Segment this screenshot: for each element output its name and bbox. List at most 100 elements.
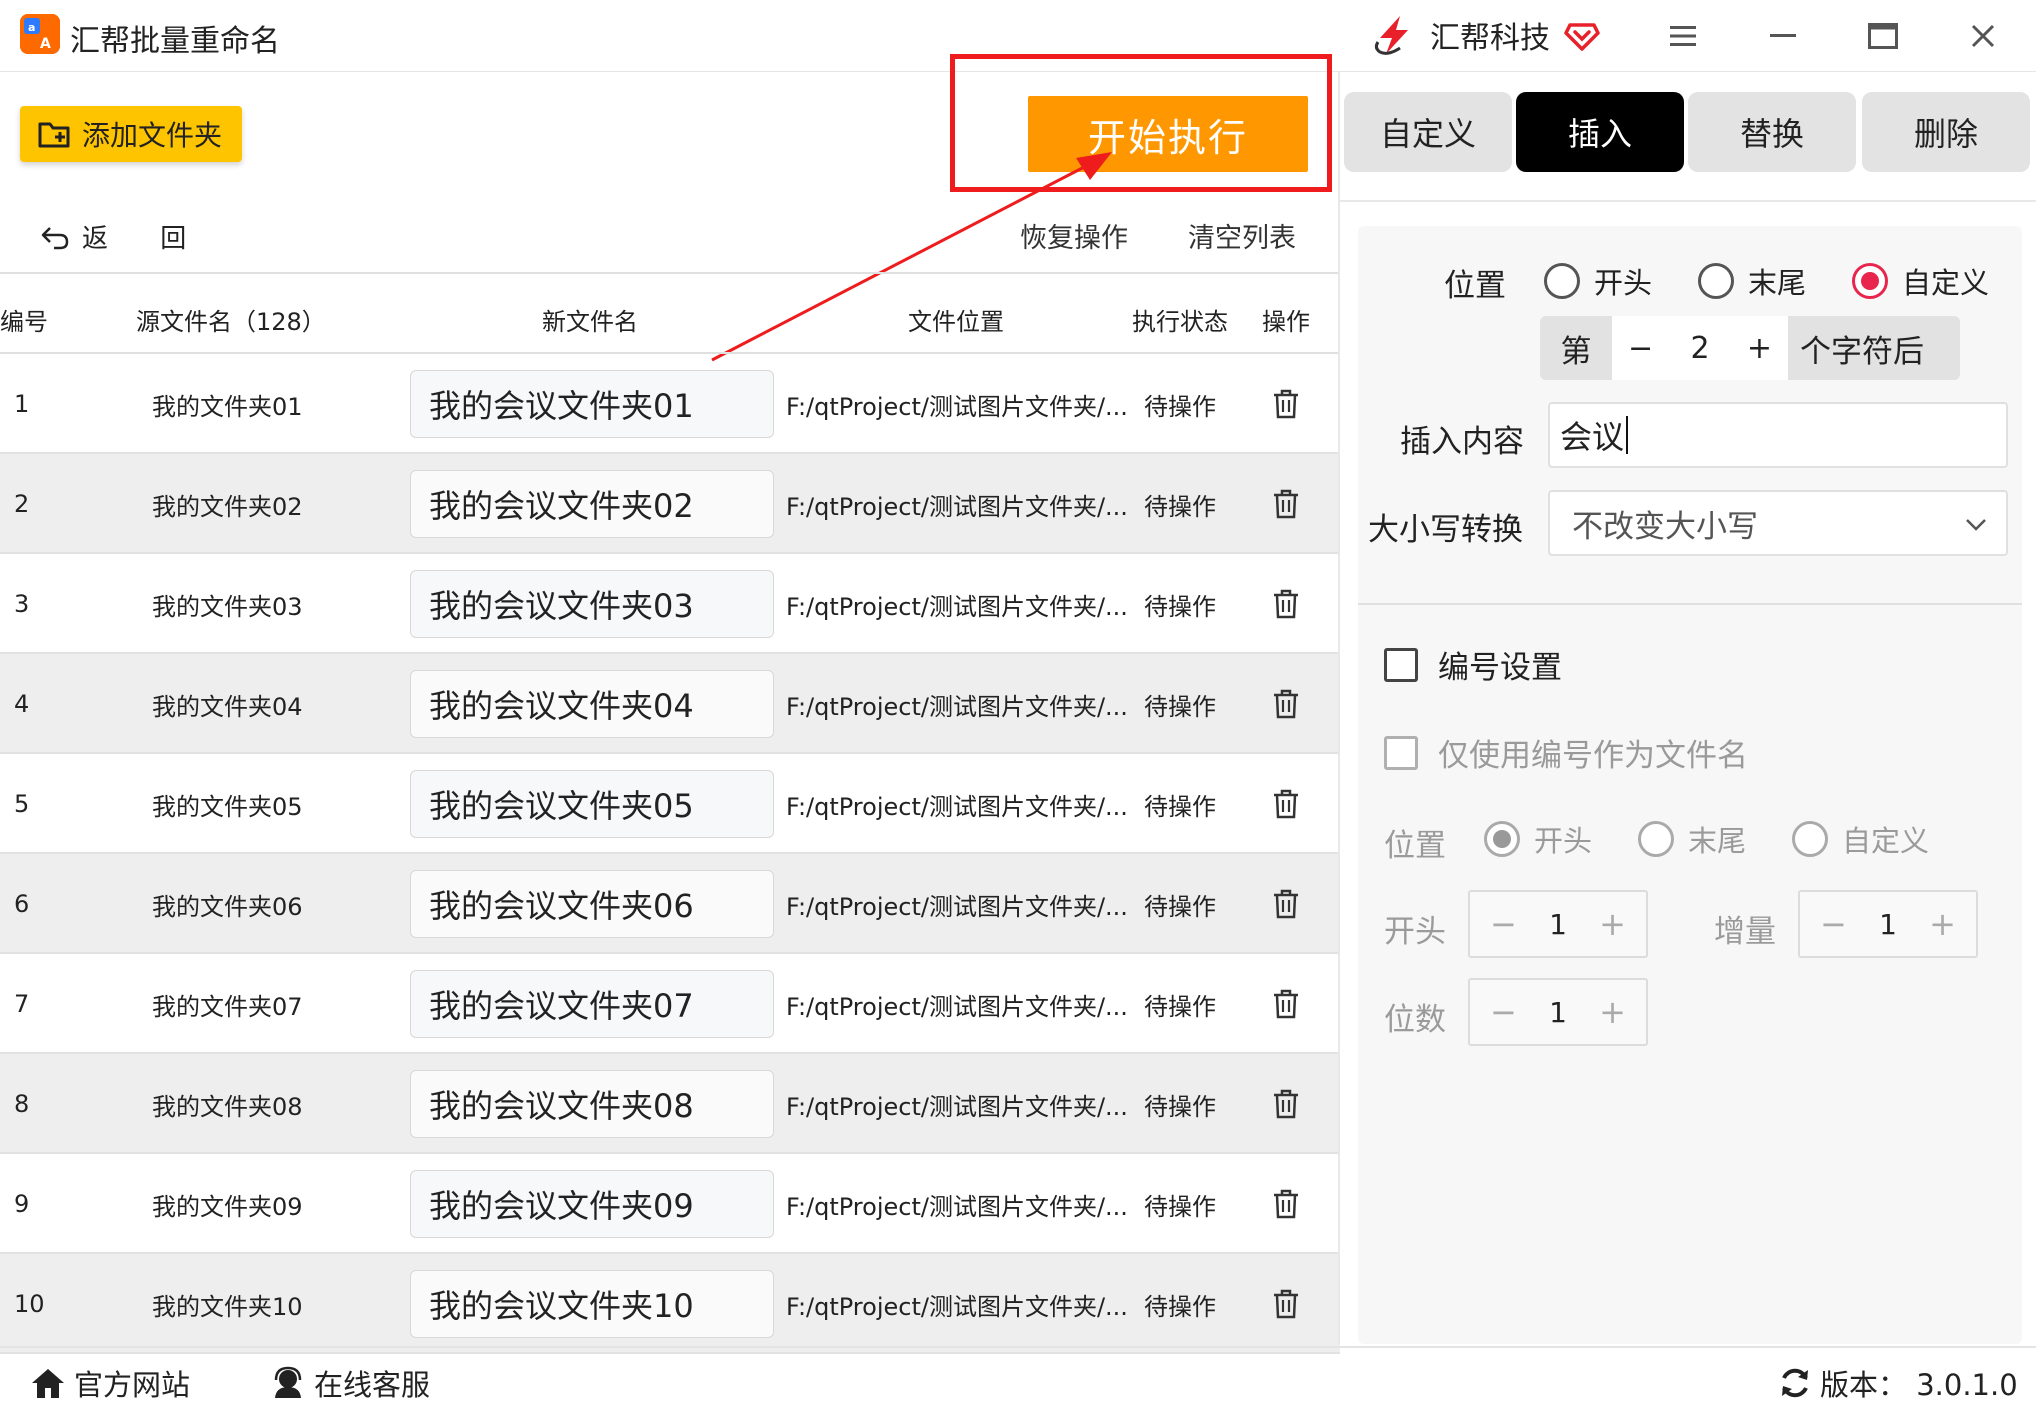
only-number-checkbox[interactable]: 仅使用编号作为文件名 xyxy=(1384,730,1748,775)
table-row[interactable]: 9 我的文件夹09 我的会议文件夹09 F:/qtProject/测试图片文件夹… xyxy=(0,1154,1340,1254)
minus-icon[interactable]: − xyxy=(1490,993,1517,1031)
row-path: F:/qtProject/测试图片文件夹/... xyxy=(786,1192,1126,1221)
table-row[interactable]: 5 我的文件夹05 我的会议文件夹05 F:/qtProject/测试图片文件夹… xyxy=(0,754,1340,854)
stepper-value[interactable]: 2 xyxy=(1690,331,1709,366)
delete-icon[interactable] xyxy=(1272,954,1300,1054)
plus-icon[interactable]: + xyxy=(1929,905,1956,943)
row-num: 5 xyxy=(14,790,30,818)
row-num: 2 xyxy=(14,490,30,518)
radio-position-end[interactable]: 末尾 xyxy=(1698,260,1806,302)
row-path: F:/qtProject/测试图片文件夹/... xyxy=(786,892,1126,921)
delete-icon[interactable] xyxy=(1272,1154,1300,1254)
row-src-name: 我的文件夹08 xyxy=(152,1092,303,1121)
table-row[interactable]: 3 我的文件夹03 我的会议文件夹03 F:/qtProject/测试图片文件夹… xyxy=(0,554,1340,654)
row-path: F:/qtProject/测试图片文件夹/... xyxy=(786,592,1126,621)
minus-icon[interactable]: − xyxy=(1490,905,1517,943)
radio-position-custom[interactable]: 自定义 xyxy=(1852,260,1989,302)
table-row[interactable]: 10 我的文件夹10 我的会议文件夹10 F:/qtProject/测试图片文件… xyxy=(0,1254,1340,1354)
num-start-label: 开头 xyxy=(1384,914,1446,950)
delete-icon[interactable] xyxy=(1272,1054,1300,1154)
row-status: 待操作 xyxy=(1144,792,1216,821)
delete-icon[interactable] xyxy=(1272,554,1300,654)
svg-text:A: A xyxy=(40,36,51,52)
row-status: 待操作 xyxy=(1144,492,1216,521)
app-logo-icon: aA xyxy=(20,14,60,54)
row-status: 待操作 xyxy=(1144,592,1216,621)
add-folder-label: 添加文件夹 xyxy=(82,119,223,152)
tab-delete[interactable]: 删除 xyxy=(1862,92,2030,172)
maximize-icon[interactable] xyxy=(1860,14,1906,58)
delete-icon[interactable] xyxy=(1272,1254,1300,1354)
delete-icon[interactable] xyxy=(1272,454,1300,554)
insert-content-input[interactable]: 会议 xyxy=(1548,402,2008,468)
delete-icon[interactable] xyxy=(1272,654,1300,754)
row-new-name-input[interactable]: 我的会议文件夹08 xyxy=(410,1070,774,1138)
row-new-name-input[interactable]: 我的会议文件夹02 xyxy=(410,470,774,538)
home-icon xyxy=(32,1369,64,1398)
delete-icon[interactable] xyxy=(1272,354,1300,454)
plus-icon[interactable]: + xyxy=(1747,331,1772,366)
row-new-name-input[interactable]: 我的会议文件夹04 xyxy=(410,670,774,738)
panel-divider xyxy=(1338,72,1340,1344)
radio-position-start[interactable]: 开头 xyxy=(1544,260,1652,302)
minus-icon[interactable]: − xyxy=(1820,905,1847,943)
case-select[interactable]: 不改变大小写 xyxy=(1548,490,2008,556)
delete-icon[interactable] xyxy=(1272,754,1300,854)
num-digits-stepper[interactable]: −1 + xyxy=(1468,978,1648,1046)
row-num: 7 xyxy=(14,990,30,1018)
position-label: 位置 xyxy=(1444,268,1506,304)
row-src-name: 我的文件夹01 xyxy=(152,392,303,421)
add-folder-button[interactable]: 添加文件夹 xyxy=(20,106,242,162)
close-icon[interactable] xyxy=(1960,14,2006,58)
tab-replace[interactable]: 替换 xyxy=(1688,92,1856,172)
back-button[interactable]: 返 回 xyxy=(40,218,208,255)
table-row[interactable]: 4 我的文件夹04 我的会议文件夹04 F:/qtProject/测试图片文件夹… xyxy=(0,654,1340,754)
table-row[interactable]: 8 我的文件夹08 我的会议文件夹08 F:/qtProject/测试图片文件夹… xyxy=(0,1054,1340,1154)
stepper-suffix: 个字符后 xyxy=(1800,333,1924,370)
clear-list-button[interactable]: 清空列表 xyxy=(1188,216,1296,255)
brand: 汇帮科技 xyxy=(1370,10,1600,60)
radio-num-custom[interactable]: 自定义 xyxy=(1792,818,1929,860)
refresh-icon[interactable] xyxy=(1778,1366,1812,1400)
row-src-name: 我的文件夹06 xyxy=(152,892,303,921)
vip-diamond-icon[interactable] xyxy=(1564,17,1600,53)
num-increment-stepper[interactable]: −1 + xyxy=(1798,890,1978,958)
mode-tabs: 自定义 插入 替换 删除 xyxy=(1344,92,2036,176)
tab-insert[interactable]: 插入 xyxy=(1516,92,1684,172)
row-new-name-input[interactable]: 我的会议文件夹05 xyxy=(410,770,774,838)
radio-num-start[interactable]: 开头 xyxy=(1484,818,1592,860)
row-src-name: 我的文件夹07 xyxy=(152,992,303,1021)
website-link[interactable]: 官方网站 xyxy=(30,1362,190,1404)
plus-icon[interactable]: + xyxy=(1599,993,1626,1031)
row-src-name: 我的文件夹03 xyxy=(152,592,303,621)
row-num: 3 xyxy=(14,590,30,618)
row-new-name-input[interactable]: 我的会议文件夹06 xyxy=(410,870,774,938)
header-src: 源文件名（128） xyxy=(136,308,326,336)
chevron-down-icon xyxy=(1966,519,1986,531)
restore-button[interactable]: 恢复操作 xyxy=(1020,216,1128,255)
tab-custom[interactable]: 自定义 xyxy=(1344,92,1512,172)
row-path: F:/qtProject/测试图片文件夹/... xyxy=(786,1092,1126,1121)
table-row[interactable]: 6 我的文件夹06 我的会议文件夹06 F:/qtProject/测试图片文件夹… xyxy=(0,854,1340,954)
start-button[interactable]: 开始执行 xyxy=(1028,96,1308,172)
table-row[interactable]: 2 我的文件夹02 我的会议文件夹02 F:/qtProject/测试图片文件夹… xyxy=(0,454,1340,554)
row-new-name-input[interactable]: 我的会议文件夹01 xyxy=(410,370,774,438)
menu-icon[interactable] xyxy=(1660,14,1706,58)
row-new-name-input[interactable]: 我的会议文件夹03 xyxy=(410,570,774,638)
minus-icon[interactable]: − xyxy=(1628,331,1653,366)
delete-icon[interactable] xyxy=(1272,854,1300,954)
row-new-name-input[interactable]: 我的会议文件夹09 xyxy=(410,1170,774,1238)
row-new-name-input[interactable]: 我的会议文件夹10 xyxy=(410,1270,774,1338)
minimize-icon[interactable] xyxy=(1760,14,1806,58)
plus-icon[interactable]: + xyxy=(1599,905,1626,943)
radio-num-end[interactable]: 末尾 xyxy=(1638,818,1746,860)
support-link[interactable]: 在线客服 xyxy=(270,1362,430,1404)
table-row[interactable]: 1 我的文件夹01 我的会议文件夹01 F:/qtProject/测试图片文件夹… xyxy=(0,354,1340,454)
numbering-checkbox[interactable]: 编号设置 xyxy=(1384,642,1562,687)
header-status: 执行状态 xyxy=(1132,308,1228,336)
num-start-stepper[interactable]: −1 + xyxy=(1468,890,1648,958)
row-status: 待操作 xyxy=(1144,1192,1216,1221)
table-row[interactable]: 7 我的文件夹07 我的会议文件夹07 F:/qtProject/测试图片文件夹… xyxy=(0,954,1340,1054)
header-num: 编号 xyxy=(0,308,48,336)
row-new-name-input[interactable]: 我的会议文件夹07 xyxy=(410,970,774,1038)
